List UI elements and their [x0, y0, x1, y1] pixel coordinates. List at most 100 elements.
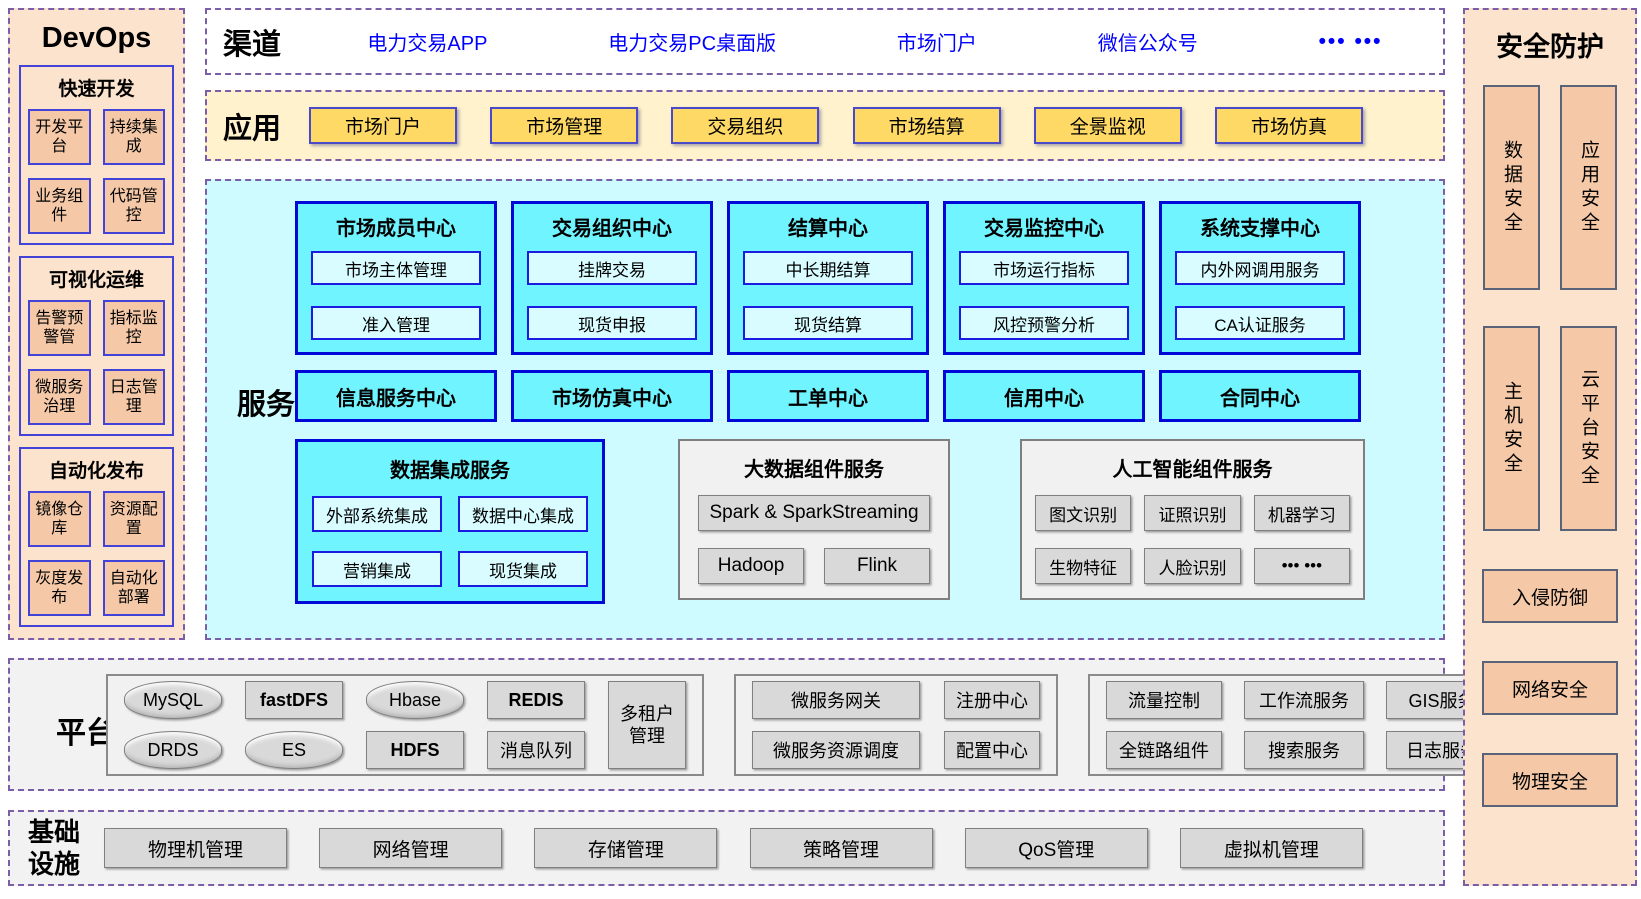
data-integration-item: 外部系统集成 [312, 496, 442, 532]
devops-item: 代码管控 [103, 178, 166, 234]
service-center-single: 合同中心 [1159, 370, 1361, 422]
security-vertical-grid: 数据安全 应用安全 主机安全 云平台安全 [1465, 85, 1635, 531]
service-center-title: 交易监控中心 [959, 212, 1129, 241]
data-integration-item: 营销集成 [312, 551, 442, 587]
security-horizontal-list: 入侵防御 网络安全 物理安全 [1465, 569, 1635, 807]
ai-item: 生物特征 [1035, 548, 1131, 584]
apps-row: 应用 市场门户 市场管理 交易组织 市场结算 全景监视 市场仿真 [205, 90, 1445, 161]
service-center-single: 市场仿真中心 [511, 370, 713, 422]
app-item: 全景监视 [1034, 107, 1182, 144]
bigdata-row: Hadoop Flink [698, 548, 930, 584]
bigdata-item: Hadoop [698, 548, 804, 584]
infrastructure-item: 存储管理 [534, 828, 717, 868]
service-center-single: 工单中心 [727, 370, 929, 422]
services-content: 市场成员中心 市场主体管理 准入管理 交易组织中心 挂牌交易 现货申报 结算中心… [295, 201, 1425, 604]
platform-item: REDIS [487, 681, 585, 719]
multi-tenant-box: 多租户管理 [608, 681, 686, 769]
service-subitem: 现货结算 [743, 306, 913, 340]
data-integration-title: 数据集成服务 [312, 454, 588, 483]
channels-label: 渠道 [223, 21, 281, 63]
channels-row: 渠道 电力交易APP 电力交易PC桌面版 市场门户 微信公众号 ••• ••• [205, 8, 1445, 75]
platform-groups: MySQL fastDFS Hbase REDIS 多租户管理 DRDS ES … [106, 674, 1516, 776]
infrastructure-item: QoS管理 [965, 828, 1148, 868]
app-item: 市场结算 [853, 107, 1001, 144]
ai-ellipsis: ••• ••• [1254, 548, 1350, 584]
devops-section-grid: 开发平台 持续集成 业务组件 代码管控 [28, 109, 165, 234]
platform-storage-grid: MySQL fastDFS Hbase REDIS 多租户管理 DRDS ES … [124, 681, 686, 769]
platform-group-microservice: 微服务网关 注册中心 微服务资源调度 配置中心 [734, 674, 1058, 776]
bigdata-box: 大数据组件服务 Spark & SparkStreaming Hadoop Fl… [678, 439, 950, 600]
security-item: 物理安全 [1482, 753, 1618, 807]
infrastructure-item: 虚拟机管理 [1180, 828, 1363, 868]
platform-group-storage: MySQL fastDFS Hbase REDIS 多租户管理 DRDS ES … [106, 674, 704, 776]
service-components-row: 数据集成服务 外部系统集成 数据中心集成 营销集成 现货集成 大数据组件服务 S… [295, 439, 1425, 604]
devops-item: 开发平台 [28, 109, 91, 165]
devops-panel: DevOps 快速开发 开发平台 持续集成 业务组件 代码管控 可视化运维 告警… [8, 8, 185, 640]
infrastructure-item: 物理机管理 [104, 828, 287, 868]
service-subitem: 现货申报 [527, 306, 697, 340]
app-item: 市场仿真 [1215, 107, 1363, 144]
apps-label: 应用 [223, 105, 281, 147]
bigdata-item: Spark & SparkStreaming [698, 495, 930, 531]
devops-section-title: 可视化运维 [28, 265, 165, 292]
ai-box: 人工智能组件服务 图文识别 证照识别 机器学习 生物特征 人脸识别 ••• ••… [1020, 439, 1365, 600]
bigdata-title: 大数据组件服务 [698, 453, 930, 482]
app-item: 交易组织 [671, 107, 819, 144]
infrastructure-label: 基础设施 [28, 816, 98, 881]
ai-item: 人脸识别 [1144, 548, 1240, 584]
channel-item: 电力交易PC桌面版 [608, 27, 776, 56]
devops-section-grid: 告警预警管 指标监控 微服务治理 日志管理 [28, 300, 165, 425]
platform-item: 微服务网关 [752, 681, 920, 719]
ai-item: 证照识别 [1144, 495, 1240, 531]
platform-item: 微服务资源调度 [752, 731, 920, 769]
devops-item: 灰度发布 [28, 560, 91, 616]
service-center-title: 交易组织中心 [527, 212, 697, 241]
service-center-trade-monitor: 交易监控中心 市场运行指标 风控预警分析 [943, 201, 1145, 355]
service-center-market-member: 市场成员中心 市场主体管理 准入管理 [295, 201, 497, 355]
data-integration-box: 数据集成服务 外部系统集成 数据中心集成 营销集成 现货集成 [295, 439, 605, 604]
channel-item: 电力交易APP [367, 27, 487, 56]
security-vertical-item: 云平台安全 [1560, 326, 1617, 531]
platform-item-database: ES [245, 731, 343, 769]
service-center-title: 系统支撑中心 [1175, 212, 1345, 241]
infrastructure-list: 物理机管理 网络管理 存储管理 策略管理 QoS管理 虚拟机管理 [104, 828, 1363, 868]
platform-row: 平台 MySQL fastDFS Hbase REDIS 多租户管理 DRDS … [8, 658, 1445, 791]
security-vertical-item: 应用安全 [1560, 85, 1617, 290]
channel-ellipsis: ••• ••• [1319, 30, 1383, 54]
apps-list: 市场门户 市场管理 交易组织 市场结算 全景监视 市场仿真 [309, 107, 1363, 144]
security-panel: 安全防护 数据安全 应用安全 主机安全 云平台安全 入侵防御 网络安全 物理安全 [1463, 8, 1637, 886]
platform-item: 搜索服务 [1244, 731, 1364, 769]
platform-item: HDFS [366, 731, 464, 769]
service-subitem: 准入管理 [311, 306, 481, 340]
platform-item-database: DRDS [124, 731, 222, 769]
devops-item: 持续集成 [103, 109, 166, 165]
service-centers-row: 市场成员中心 市场主体管理 准入管理 交易组织中心 挂牌交易 现货申报 结算中心… [295, 201, 1425, 355]
platform-item-database: MySQL [124, 681, 222, 719]
service-subitem: 风控预警分析 [959, 306, 1129, 340]
app-item: 市场管理 [490, 107, 638, 144]
service-center-title: 结算中心 [743, 212, 913, 241]
platform-item: 全链路组件 [1106, 731, 1222, 769]
devops-item: 日志管理 [103, 369, 166, 425]
service-center-single: 信息服务中心 [295, 370, 497, 422]
devops-section-rapid-dev: 快速开发 开发平台 持续集成 业务组件 代码管控 [19, 65, 174, 245]
platform-item-database: Hbase [366, 681, 464, 719]
bigdata-item: Flink [824, 548, 930, 584]
service-subitem: 中长期结算 [743, 251, 913, 285]
devops-item: 自动化部署 [103, 560, 166, 616]
platform-group-common: 流量控制 工作流服务 GIS服务 全链路组件 搜索服务 日志服务 [1088, 674, 1516, 776]
platform-item: 注册中心 [944, 681, 1040, 719]
ai-item: 图文识别 [1035, 495, 1131, 531]
ai-title: 人工智能组件服务 [1035, 453, 1350, 482]
security-title: 安全防护 [1465, 25, 1635, 64]
data-integration-item: 现货集成 [458, 551, 588, 587]
devops-section-auto-release: 自动化发布 镜像仓库 资源配置 灰度发布 自动化部署 [19, 447, 174, 627]
services-panel: 服务 市场成员中心 市场主体管理 准入管理 交易组织中心 挂牌交易 现货申报 结… [205, 179, 1445, 640]
infrastructure-row: 基础设施 物理机管理 网络管理 存储管理 策略管理 QoS管理 虚拟机管理 [8, 810, 1445, 886]
devops-item: 资源配置 [103, 491, 166, 547]
service-center-title: 市场成员中心 [311, 212, 481, 241]
platform-item: 流量控制 [1106, 681, 1222, 719]
devops-section-title: 自动化发布 [28, 456, 165, 483]
devops-item: 指标监控 [103, 300, 166, 356]
data-integration-grid: 外部系统集成 数据中心集成 营销集成 现货集成 [312, 496, 588, 587]
